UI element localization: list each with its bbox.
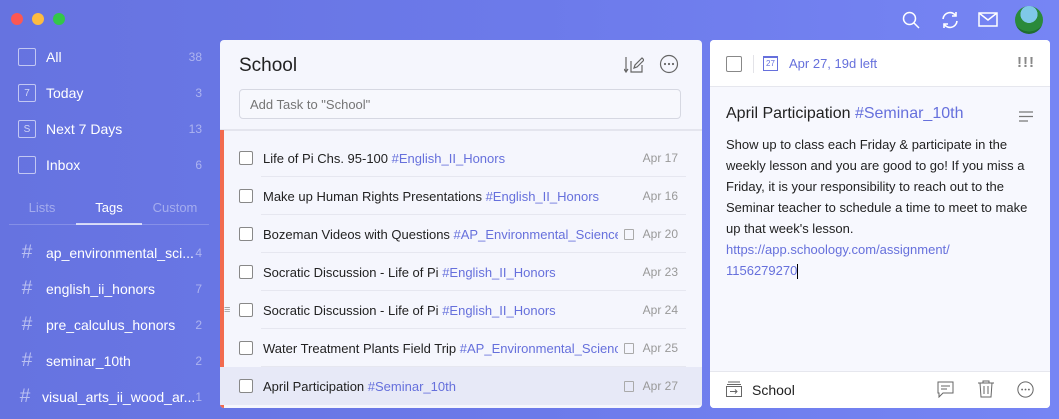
task-tag[interactable]: #English_II_Honors xyxy=(392,151,505,166)
task-row[interactable]: Life of Pi Chs. 95-100 #English_II_Honor… xyxy=(220,139,702,177)
hash-icon: # xyxy=(21,350,33,371)
mail-icon[interactable] xyxy=(978,12,998,27)
task-title: Bozeman Videos with Questions xyxy=(263,226,454,242)
task-title: Life of Pi Chs. 95-100 xyxy=(263,150,392,166)
avatar[interactable] xyxy=(1015,6,1043,34)
sidebar-item-next-7-days[interactable]: S Next 7 Days 13 xyxy=(18,114,202,144)
note-icon xyxy=(624,228,634,240)
task-row[interactable]: Bozeman Videos with Questions #AP_Enviro… xyxy=(220,215,702,253)
task-checkbox[interactable] xyxy=(239,379,253,393)
task-tag[interactable]: #English_II_Honors xyxy=(486,189,599,204)
task-row[interactable]: Socratic Discussion - Life of Pi #Englis… xyxy=(220,253,702,291)
tab-custom[interactable]: Custom xyxy=(142,200,208,215)
task-tag[interactable]: #AP_Environmental_Science xyxy=(454,227,618,242)
task-due-date: Apr 27 xyxy=(642,379,678,393)
task-tag[interactable]: #Seminar_10th xyxy=(368,379,456,394)
task-checkbox[interactable] xyxy=(239,303,253,317)
list-name[interactable]: School xyxy=(752,382,795,398)
calendar-week-icon: S xyxy=(18,120,36,138)
task-title: Socratic Discussion - Life of Pi xyxy=(263,264,443,280)
task-checkbox[interactable] xyxy=(239,189,253,203)
more-options-icon[interactable] xyxy=(659,54,679,74)
sidebar-tag[interactable]: # english_ii_honors 7 xyxy=(18,274,202,304)
priority-icon[interactable]: !!! xyxy=(1017,54,1035,71)
drag-handle-icon[interactable]: ≡ xyxy=(224,304,230,316)
sidebar-tag[interactable]: # seminar_10th 2 xyxy=(18,346,202,376)
hash-icon: # xyxy=(21,278,33,299)
stack-icon xyxy=(18,48,36,66)
sidebar-item-today[interactable]: 7 Today 3 xyxy=(18,78,202,108)
complete-checkbox[interactable] xyxy=(726,56,742,72)
tab-lists[interactable]: Lists xyxy=(9,200,75,215)
task-tag[interactable]: #AP_Environmental_Science xyxy=(460,341,618,356)
task-checkbox[interactable] xyxy=(239,341,253,355)
more-options-icon[interactable] xyxy=(1017,381,1034,398)
task-due-date: Apr 17 xyxy=(642,151,678,165)
task-row[interactable]: April Participation #Seminar_10th Apr 27 xyxy=(220,367,702,405)
task-row[interactable]: Make up Human Rights Presentations #Engl… xyxy=(220,177,702,215)
task-checkbox[interactable] xyxy=(239,265,253,279)
task-title[interactable]: April Participation #Seminar_10th xyxy=(726,105,963,123)
divider xyxy=(753,55,754,73)
trash-icon[interactable] xyxy=(978,380,994,398)
minimize-window-button[interactable] xyxy=(32,13,44,25)
sidebar-item-all[interactable]: All 38 xyxy=(18,42,202,72)
task-due-date: Apr 23 xyxy=(642,265,678,279)
text-cursor xyxy=(797,264,799,280)
task-title: Make up Human Rights Presentations xyxy=(263,188,486,204)
list-title: School xyxy=(239,55,298,76)
task-description[interactable]: Show up to class each Friday & participa… xyxy=(726,134,1038,281)
tab-tags[interactable]: Tags xyxy=(76,200,142,215)
task-due-date: Apr 24 xyxy=(642,303,678,317)
search-icon[interactable] xyxy=(902,11,920,29)
link[interactable]: https://app.schoology.com/assignment/ xyxy=(726,239,1038,260)
detail-header xyxy=(710,40,1050,87)
task-row[interactable]: Water Treatment Plants Field Trip #AP_En… xyxy=(220,329,702,367)
active-tab-underline xyxy=(76,223,142,225)
hash-icon: # xyxy=(19,386,31,407)
comment-icon[interactable] xyxy=(937,381,954,398)
due-date[interactable]: Apr 27, 19d left xyxy=(789,56,877,71)
task-list-panel: School Life of Pi Chs. 95-100 #English_I… xyxy=(220,40,702,408)
task-detail-panel: 27 Apr 27, 19d left !!! April Participat… xyxy=(710,40,1050,408)
move-list-icon[interactable] xyxy=(726,381,742,397)
hash-icon: # xyxy=(21,314,33,335)
note-icon xyxy=(624,380,634,392)
sidebar-tag[interactable]: # visual_arts_ii_wood_ar... 1 xyxy=(18,382,202,412)
calendar-icon[interactable]: 27 xyxy=(763,56,778,71)
inbox-icon xyxy=(18,156,36,174)
sidebar-tag[interactable]: # ap_environmental_sci... 4 xyxy=(18,238,202,268)
calendar-today-icon: 7 xyxy=(18,84,36,102)
task-row[interactable]: Socratic Discussion - Life of Pi #Englis… xyxy=(220,291,702,329)
task-tag[interactable]: #English_II_Honors xyxy=(442,303,555,318)
task-title: Socratic Discussion - Life of Pi xyxy=(263,302,443,318)
task-title: April Participation xyxy=(263,378,368,394)
sidebar-item-inbox[interactable]: Inbox 6 xyxy=(18,150,202,180)
task-due-date: Apr 20 xyxy=(642,227,678,241)
link[interactable]: 1156279270 xyxy=(726,263,797,278)
task-checkbox[interactable] xyxy=(239,227,253,241)
zoom-window-button[interactable] xyxy=(53,13,65,25)
add-task-input[interactable] xyxy=(239,89,681,119)
header-divider xyxy=(220,129,702,131)
task-due-date: Apr 25 xyxy=(642,341,678,355)
description-format-icon[interactable] xyxy=(1019,111,1033,122)
task-title: Water Treatment Plants Field Trip xyxy=(263,340,460,356)
task-checkbox[interactable] xyxy=(239,151,253,165)
close-window-button[interactable] xyxy=(11,13,23,25)
sort-edit-icon[interactable] xyxy=(624,55,644,75)
sidebar-tag[interactable]: # pre_calculus_honors 2 xyxy=(18,310,202,340)
task-due-date: Apr 16 xyxy=(642,189,678,203)
task-tag[interactable]: #English_II_Honors xyxy=(442,265,555,280)
hash-icon: # xyxy=(21,242,33,263)
note-icon xyxy=(624,342,634,354)
sync-icon[interactable] xyxy=(940,10,960,30)
